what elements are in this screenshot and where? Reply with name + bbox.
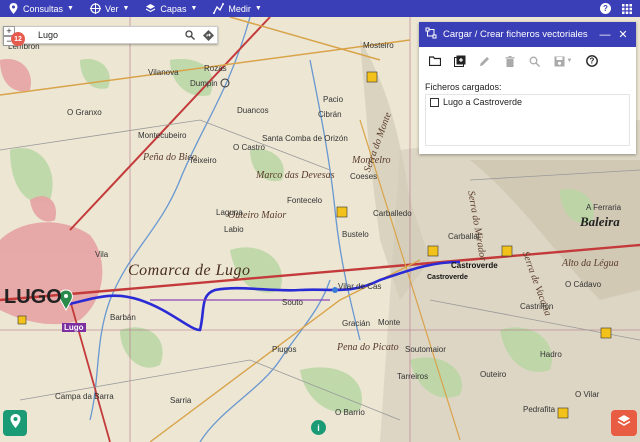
pin-icon bbox=[8, 3, 19, 14]
layers-button[interactable] bbox=[611, 410, 637, 436]
help-circle-icon[interactable]: ? bbox=[585, 55, 598, 68]
add-layer-icon[interactable] bbox=[453, 55, 466, 68]
vector-file-icon bbox=[425, 27, 437, 42]
top-toolbar: Consultas ▼ Ver ▼ Capas ▼ Medir ▼ ? bbox=[0, 0, 640, 17]
delete-trash-icon[interactable] bbox=[503, 55, 516, 68]
layers-icon bbox=[145, 3, 156, 14]
menu-consultas-label: Consultas bbox=[23, 3, 64, 14]
info-button[interactable]: i bbox=[311, 420, 326, 435]
help-icon[interactable]: ? bbox=[600, 3, 611, 14]
menu-medir-label: Medir bbox=[228, 3, 251, 14]
panel-header: Cargar / Crear ficheros vectoriales — ✕ bbox=[419, 22, 636, 47]
save-icon[interactable]: ▼ bbox=[553, 55, 573, 68]
menu-capas[interactable]: Capas ▼ bbox=[137, 0, 205, 17]
search-input[interactable]: Lugo bbox=[4, 30, 181, 40]
measure-icon bbox=[213, 3, 225, 14]
globe-icon bbox=[89, 3, 101, 14]
vector-files-panel: Cargar / Crear ficheros vectoriales — ✕ … bbox=[419, 22, 636, 154]
menu-ver[interactable]: Ver ▼ bbox=[82, 0, 137, 17]
location-pin-icon bbox=[10, 413, 21, 433]
loaded-files-list: Lugo a Castroverde bbox=[425, 94, 630, 146]
search-icon[interactable] bbox=[181, 27, 199, 43]
loaded-files-label: Ficheros cargados: bbox=[425, 82, 502, 92]
list-item[interactable]: Lugo a Castroverde bbox=[430, 97, 625, 107]
minimize-icon[interactable]: — bbox=[598, 29, 612, 41]
info-icon: i bbox=[317, 422, 320, 433]
panel-title: Cargar / Crear ficheros vectoriales bbox=[443, 29, 588, 40]
chevron-down-icon: ▼ bbox=[122, 5, 130, 12]
close-icon[interactable]: ✕ bbox=[616, 28, 630, 41]
stacked-layers-icon bbox=[617, 414, 631, 433]
menu-consultas[interactable]: Consultas ▼ bbox=[0, 0, 82, 17]
menu-ver-label: Ver bbox=[104, 3, 119, 14]
chevron-down-icon: ▼ bbox=[254, 5, 262, 12]
save-dropdown-chevron-icon: ▼ bbox=[566, 58, 573, 64]
menu-medir[interactable]: Medir ▼ bbox=[205, 0, 269, 17]
file-name: Lugo a Castroverde bbox=[443, 97, 523, 107]
panel-toolbar: ▼ ? bbox=[419, 50, 636, 72]
panel-body: Ficheros cargados: Lugo a Castroverde bbox=[419, 72, 636, 152]
search-bar: Lugo bbox=[3, 26, 218, 44]
menu-grid-icon[interactable] bbox=[621, 3, 632, 14]
chevron-down-icon: ▼ bbox=[190, 5, 198, 12]
svg-text:?: ? bbox=[589, 57, 594, 66]
zoom-to-search-icon[interactable] bbox=[528, 55, 541, 68]
zoom-level-badge: 12 bbox=[11, 32, 25, 46]
file-visibility-checkbox[interactable] bbox=[430, 97, 439, 107]
open-folder-icon[interactable] bbox=[428, 55, 441, 68]
my-location-button[interactable] bbox=[3, 410, 27, 436]
menu-capas-label: Capas bbox=[160, 3, 187, 14]
chevron-down-icon: ▼ bbox=[67, 5, 74, 12]
directions-icon[interactable] bbox=[199, 27, 217, 43]
edit-pencil-icon[interactable] bbox=[478, 55, 491, 68]
